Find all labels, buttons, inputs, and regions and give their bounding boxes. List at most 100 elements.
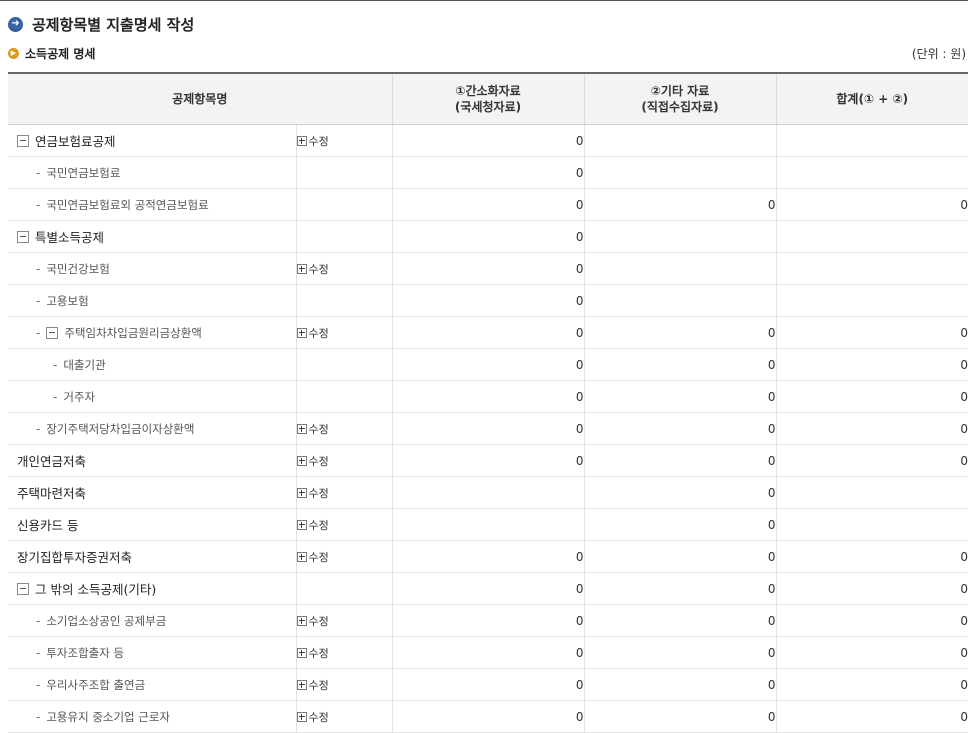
row-item-cell: 신용카드 등 [8, 508, 296, 541]
dash-icon: - [36, 197, 41, 212]
value-other: 0 [583, 572, 777, 605]
edit-button[interactable]: 수정 [297, 517, 329, 533]
collapse-toggle-icon[interactable] [17, 134, 29, 147]
value-other: 0 [583, 476, 777, 509]
edit-button[interactable]: 수정 [297, 485, 329, 501]
value-total: 0 [775, 316, 969, 349]
edit-label: 수정 [308, 262, 329, 276]
dash-icon: - [36, 677, 41, 692]
edit-label: 수정 [308, 646, 329, 660]
value-simplified: 0 [391, 700, 585, 733]
value-simplified: 0 [391, 636, 585, 669]
value-total [775, 220, 969, 253]
value-simplified: 0 [391, 348, 585, 381]
plus-box-icon [297, 519, 307, 530]
table-row: 특별소득공제 0 [8, 220, 969, 253]
edit-button[interactable]: 수정 [297, 421, 329, 437]
row-action-cell: 수정 [295, 124, 393, 157]
row-label: 고용유지 중소기업 근로자 [46, 709, 171, 724]
value-simplified: 0 [391, 188, 585, 221]
edit-button[interactable]: 수정 [297, 453, 329, 469]
table-row: 신용카드 등 수정 0 [8, 508, 969, 541]
row-item-cell: - 국민연금보험료 [8, 156, 296, 189]
plus-box-icon [297, 615, 307, 626]
row-action-cell [295, 284, 393, 317]
edit-button[interactable]: 수정 [297, 133, 329, 149]
row-item-cell: 특별소득공제 [8, 220, 296, 253]
row-item-cell: - 투자조합출자 등 [8, 636, 296, 669]
value-total: 0 [775, 668, 969, 701]
value-total: 0 [775, 636, 969, 669]
dash-icon: - [36, 613, 41, 628]
value-total: 0 [775, 412, 969, 445]
value-total [775, 124, 969, 157]
edit-button[interactable]: 수정 [297, 613, 329, 629]
value-simplified: 0 [391, 380, 585, 413]
collapse-toggle-icon[interactable] [17, 230, 29, 243]
edit-label: 수정 [308, 134, 329, 148]
row-label: 특별소득공제 [35, 230, 105, 245]
value-simplified: 0 [391, 124, 585, 157]
row-item-cell: - 국민건강보험 [8, 252, 296, 285]
plus-box-icon [297, 263, 307, 274]
row-label: 신용카드 등 [17, 518, 79, 533]
edit-button[interactable]: 수정 [297, 549, 329, 565]
section-title: 소득공제 명세 [25, 46, 96, 61]
value-other: 0 [583, 316, 777, 349]
edit-button[interactable]: 수정 [297, 709, 329, 725]
value-other [583, 124, 777, 157]
edit-button[interactable]: 수정 [297, 645, 329, 661]
row-action-cell: 수정 [295, 412, 393, 445]
edit-button[interactable]: 수정 [297, 261, 329, 277]
edit-label: 수정 [308, 454, 329, 468]
row-action-cell: 수정 [295, 476, 393, 509]
dash-icon: - [36, 165, 41, 180]
row-item-cell: - 주택임차차입금원리금상환액 [8, 316, 296, 349]
table-row: - 소기업소상공인 공제부금 수정 0 0 0 [8, 604, 969, 637]
edit-label: 수정 [308, 710, 329, 724]
value-total: 0 [775, 188, 969, 221]
value-total: 0 [775, 444, 969, 477]
arrow-circle-icon: ➜ [8, 16, 23, 32]
row-action-cell [295, 220, 393, 253]
value-total: 0 [775, 700, 969, 733]
row-label: 장기주택저당차입금이자상환액 [46, 421, 195, 436]
plus-box-icon [297, 423, 307, 434]
edit-label: 수정 [308, 518, 329, 532]
value-other [583, 284, 777, 317]
row-action-cell [295, 572, 393, 605]
row-label: 주택마련저축 [17, 486, 87, 501]
value-total [775, 284, 969, 317]
table-row: 개인연금저축 수정 0 0 0 [8, 444, 969, 477]
table-header-row: 공제항목명 ①간소화자료 (국세청자료) ②기타 자료 (직접수집자료) 합계(① … [8, 72, 969, 125]
row-label: 소기업소상공인 공제부금 [46, 613, 167, 628]
edit-label: 수정 [308, 486, 329, 500]
row-action-cell [295, 156, 393, 189]
value-simplified [391, 476, 585, 509]
row-item-cell: 연금보험료공제 [8, 124, 296, 157]
plus-box-icon [297, 551, 307, 562]
value-other: 0 [583, 444, 777, 477]
value-total [775, 252, 969, 285]
table-row: - 거주자 0 0 0 [8, 380, 969, 413]
value-other: 0 [583, 412, 777, 445]
value-total: 0 [775, 380, 969, 413]
dash-icon: - [36, 645, 41, 660]
value-other: 0 [583, 668, 777, 701]
edit-button[interactable]: 수정 [297, 325, 329, 341]
row-action-cell: 수정 [295, 700, 393, 733]
table-row: 연금보험료공제 수정 0 [8, 124, 969, 157]
value-other: 0 [583, 188, 777, 221]
row-label: 국민연금보험료외 공적연금보험료 [46, 197, 209, 212]
dash-icon: - [36, 261, 41, 276]
edit-button[interactable]: 수정 [297, 677, 329, 693]
value-simplified: 0 [391, 668, 585, 701]
table-row: 그 밖의 소득공제(기타) 0 0 0 [8, 572, 969, 605]
row-item-cell: 장기집합투자증권저축 [8, 540, 296, 573]
row-item-cell: - 고용보험 [8, 284, 296, 317]
value-other: 0 [583, 540, 777, 573]
row-action-cell: 수정 [295, 508, 393, 541]
collapse-toggle-icon[interactable] [46, 326, 59, 339]
collapse-toggle-icon[interactable] [17, 582, 29, 595]
bullet-arrow-icon: ▶ [8, 47, 19, 59]
